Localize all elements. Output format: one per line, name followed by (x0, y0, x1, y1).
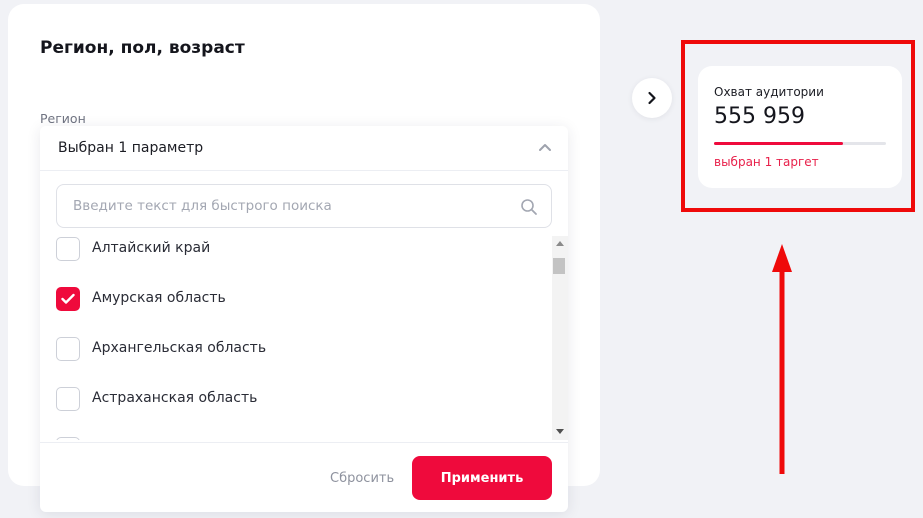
reach-title: Охват аудитории (714, 85, 824, 99)
chevron-up-icon[interactable] (538, 142, 552, 152)
page: Регион, пол, возраст Регион Выбран 1 пар… (0, 0, 923, 518)
list-item[interactable] (40, 434, 552, 440)
checkbox[interactable] (56, 237, 80, 261)
check-icon (61, 293, 75, 304)
next-button[interactable] (632, 78, 672, 118)
reach-value: 555 959 (714, 104, 805, 129)
region-search-input[interactable] (73, 185, 503, 227)
chevron-right-icon (648, 91, 656, 105)
checkbox[interactable] (56, 287, 80, 311)
region-list: Алтайский край Амурская область Архангел… (40, 234, 552, 440)
list-item-label: Архангельская область (92, 340, 267, 356)
region-selected-value: Выбран 1 параметр (58, 140, 204, 156)
apply-button[interactable]: Применить (412, 456, 552, 500)
list-item-label: Алтайский край (92, 240, 211, 256)
search-icon[interactable] (520, 198, 538, 216)
reset-button[interactable]: Сбросить (330, 471, 394, 486)
region-dropdown-toggle[interactable]: Выбран 1 параметр (40, 126, 568, 171)
list-item-label: Астраханская область (92, 390, 258, 406)
audience-reach-card: Охват аудитории 555 959 выбран 1 таргет (698, 66, 902, 188)
reach-progress-bar (714, 142, 886, 145)
section-title: Регион, пол, возраст (40, 38, 245, 58)
scroll-up-arrow-icon[interactable] (556, 241, 564, 246)
checkbox[interactable] (56, 437, 80, 440)
list-item[interactable]: Астраханская область (40, 384, 552, 434)
list-item[interactable]: Архангельская область (40, 334, 552, 384)
scroll-down-arrow-icon[interactable] (556, 429, 564, 434)
list-item-label: Амурская область (92, 290, 226, 306)
checkbox[interactable] (56, 387, 80, 411)
checkbox[interactable] (56, 337, 80, 361)
annotation-arrow-up-icon (772, 244, 792, 474)
reach-progress-fill (714, 142, 843, 145)
dropdown-footer: Сбросить Применить (40, 442, 568, 512)
list-item[interactable]: Алтайский край (40, 234, 552, 284)
region-search-box (56, 184, 552, 228)
reach-subtitle: выбран 1 таргет (714, 155, 819, 169)
list-item[interactable]: Амурская область (40, 284, 552, 334)
list-scrollbar[interactable] (552, 236, 568, 440)
scroll-thumb[interactable] (553, 258, 565, 274)
region-dropdown: Выбран 1 параметр Алтайский край Амурска… (40, 126, 568, 512)
region-label: Регион (40, 111, 86, 126)
